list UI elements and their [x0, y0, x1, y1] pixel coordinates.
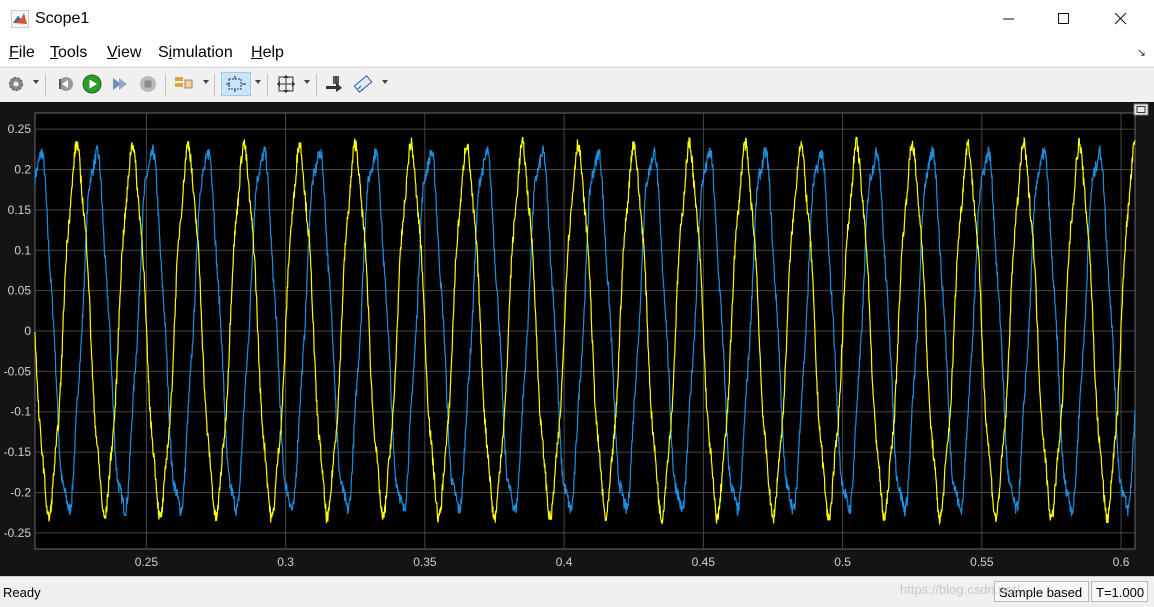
- menu-view-label: iew: [117, 44, 142, 61]
- measurements-button[interactable]: [352, 72, 374, 96]
- stop-button[interactable]: [137, 72, 159, 96]
- menu-simulation-label: mulation: [172, 44, 233, 61]
- close-icon: [1115, 13, 1127, 25]
- dock-arrow-icon[interactable]: ↘: [1137, 46, 1146, 59]
- measurements-dropdown-icon[interactable]: [382, 80, 388, 84]
- minimize-icon: [1003, 18, 1014, 20]
- toolbar-separator: [316, 74, 317, 96]
- menu-view-mnemonic: V: [107, 44, 118, 61]
- run-button[interactable]: [81, 72, 103, 96]
- menu-file-label: ile: [18, 44, 35, 61]
- measurements-icon: [353, 75, 373, 93]
- menu-simulation[interactable]: Simulation: [158, 44, 233, 62]
- x-tick-label: 0.3: [277, 555, 294, 569]
- simulation-time-indicator: T=1.000: [1091, 581, 1148, 602]
- maximize-button[interactable]: [1037, 0, 1091, 38]
- minimize-button[interactable]: [982, 0, 1036, 38]
- toolbar-separator: [165, 74, 166, 96]
- menu-file-mnemonic: F: [9, 44, 19, 61]
- menu-simulation-prefix: S: [158, 44, 169, 61]
- settings-button[interactable]: [5, 72, 27, 96]
- step-forward-button[interactable]: [109, 72, 131, 96]
- menu-tools-label: ools: [58, 44, 88, 61]
- grid-lines: [34, 112, 1136, 550]
- x-tick-label: 0.55: [970, 555, 994, 569]
- menu-help-label: elp: [262, 44, 284, 61]
- toolbar: [0, 67, 1154, 103]
- watermark-text: https://blog.csdn.net/...: [900, 582, 1031, 597]
- highlight-icon: [326, 76, 342, 92]
- step-forward-icon: [113, 78, 127, 90]
- run-icon: [82, 74, 102, 94]
- scope-plot[interactable]: 0.25 0.2 0.15 0.1 0.05 0 -0.05 -0.1 -0.15 -0.2 -0.…: [0, 102, 1154, 576]
- x-tick-label: 0.6: [1113, 555, 1130, 569]
- autoscale-icon: [277, 75, 295, 93]
- y-tick-label: 0.15: [8, 203, 32, 217]
- y-tick-label: -0.05: [4, 364, 32, 378]
- autoscale-dropdown-icon[interactable]: [304, 80, 310, 84]
- maximize-axes-button[interactable]: [1133, 103, 1149, 116]
- menu-view[interactable]: View: [107, 44, 141, 62]
- step-back-button[interactable]: [54, 72, 76, 96]
- x-tick-label: 0.4: [556, 555, 573, 569]
- x-tick-label: 0.25: [135, 555, 159, 569]
- menu-help[interactable]: Help: [251, 44, 284, 62]
- x-axis-ticks: 0.25 0.3 0.35 0.4 0.45 0.5 0.55 0.6: [135, 555, 1130, 569]
- y-tick-label: -0.1: [10, 405, 31, 419]
- y-tick-label: 0.2: [14, 163, 31, 177]
- y-axis-ticks: 0.25 0.2 0.15 0.1 0.05 0 -0.05 -0.1 -0.15 -0.2 -0.…: [4, 122, 32, 540]
- toolbar-separator: [214, 74, 215, 96]
- highlight-block-button[interactable]: [323, 72, 345, 96]
- zoom-icon: [226, 76, 246, 92]
- gear-icon: [9, 77, 23, 91]
- menu-file[interactable]: File: [9, 44, 35, 62]
- y-tick-label: -0.2: [10, 485, 31, 499]
- y-tick-label: 0: [24, 324, 31, 338]
- maximize-icon: [1058, 13, 1069, 24]
- menu-help-mnemonic: H: [251, 44, 263, 61]
- close-button[interactable]: [1094, 0, 1148, 38]
- y-tick-label: 0.05: [8, 284, 32, 298]
- menu-tools-mnemonic: T: [50, 44, 58, 61]
- toolbar-separator: [45, 74, 46, 96]
- signal-selector-icon: [175, 77, 193, 89]
- settings-dropdown-icon[interactable]: [33, 80, 39, 84]
- toolbar-separator: [267, 74, 268, 96]
- signal-selector-button[interactable]: [173, 72, 195, 96]
- status-ready-text: Ready: [3, 585, 41, 600]
- x-tick-label: 0.5: [834, 555, 851, 569]
- signal-selector-dropdown-icon[interactable]: [203, 80, 209, 84]
- window-title: Scope1: [35, 10, 90, 27]
- y-tick-label: 0.1: [14, 243, 31, 257]
- zoom-button[interactable]: [221, 72, 251, 96]
- menu-tools[interactable]: Tools: [50, 44, 87, 62]
- x-tick-label: 0.35: [413, 555, 437, 569]
- x-tick-label: 0.45: [692, 555, 716, 569]
- y-tick-label: -0.25: [4, 526, 32, 540]
- title-bar: Scope1: [0, 0, 1154, 39]
- zoom-dropdown-icon[interactable]: [255, 80, 261, 84]
- y-tick-label: 0.25: [8, 122, 32, 136]
- step-back-icon: [59, 77, 73, 91]
- menu-bar: File Tools View Simulation Help: [0, 38, 1154, 66]
- stop-icon: [140, 76, 156, 92]
- matlab-logo-icon: [11, 10, 29, 28]
- autoscale-button[interactable]: [275, 72, 297, 96]
- scope-display: 0.25 0.2 0.15 0.1 0.05 0 -0.05 -0.1 -0.15 -0.2 -0.…: [0, 102, 1154, 576]
- y-tick-label: -0.15: [4, 445, 32, 459]
